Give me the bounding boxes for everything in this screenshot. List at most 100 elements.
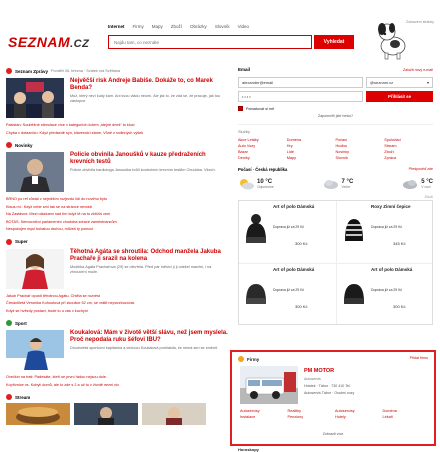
show-more-link[interactable]: Zobrazit více xyxy=(232,432,434,436)
username-field[interactable]: alexander@email xyxy=(238,77,363,88)
story-thumbnail-image[interactable] xyxy=(6,330,64,370)
service-link[interactable]: Deníky xyxy=(238,156,287,160)
service-link[interactable]: Hudba xyxy=(336,144,385,148)
tab-mapy[interactable]: Mapy xyxy=(152,24,163,29)
section-label[interactable]: Stream xyxy=(15,395,30,400)
news-link[interactable]: Když se hvězdy postaví, bude to u vás v … xyxy=(6,308,228,316)
tab-zbozi[interactable]: Zboží xyxy=(171,24,182,29)
story-title[interactable]: Policie obvinila Janoušků v kauze předra… xyxy=(70,152,228,166)
weather-time: Odpoledne xyxy=(257,185,274,189)
service-link[interactable]: Počasí xyxy=(336,138,385,142)
company-name[interactable]: PM MOTOR xyxy=(304,368,334,374)
service-link[interactable]: Zpráva xyxy=(384,156,433,160)
product-ad[interactable]: Roxy Zimní čepice Doprava již za 29 Kč 3… xyxy=(337,201,433,261)
tab-firmy[interactable]: Firmy xyxy=(133,24,144,29)
password-field[interactable]: •••• xyxy=(238,91,363,102)
story-links: Jakub Prachař opustí těhotnou Agátu. Cht… xyxy=(6,293,228,316)
weather-time: V noci xyxy=(421,185,431,189)
domain-value: @seznam.cz xyxy=(370,80,394,85)
tab-obrazky[interactable]: Obrázky xyxy=(190,24,207,29)
remember-label: Pamatovat si mě xyxy=(246,106,275,111)
story-thumbnail-image[interactable] xyxy=(6,248,64,289)
company-photo-image[interactable] xyxy=(240,366,298,404)
service-link[interactable]: Zboží xyxy=(384,150,433,154)
service-link[interactable]: Auto Vozy xyxy=(238,144,287,148)
product-ad[interactable]: Art of polo Dámská Doprava již za 29 Kč … xyxy=(239,201,335,261)
service-link[interactable]: Novinky xyxy=(336,150,385,154)
section-label[interactable]: Sport xyxy=(15,321,27,326)
firmy-label[interactable]: Firmy xyxy=(247,357,259,362)
services-label: Služby xyxy=(238,129,251,134)
search-input[interactable] xyxy=(109,36,311,48)
firmy-category-link[interactable]: Realitky xyxy=(288,409,336,414)
news-link[interactable]: Ovečkin na trati: Padesáte, kteří se prv… xyxy=(6,374,228,382)
service-link[interactable]: Stream xyxy=(384,144,433,148)
forgot-link[interactable]: Zapomněli jste heslo? xyxy=(238,114,433,118)
news-link[interactable]: Kopřivnice vs. Kobylí domů, ale to zde s… xyxy=(6,382,228,390)
product-ad[interactable]: Art of polo Dámská Doprava již za 29 Kč … xyxy=(337,264,433,324)
firmy-category-link[interactable]: Penziony xyxy=(288,415,336,420)
super-icon xyxy=(6,238,12,245)
service-link[interactable]: Bazar xyxy=(238,150,287,154)
product-title: Art of polo Dámská xyxy=(273,204,315,209)
news-story: Těhotná Agáta se shroutila: Odchod manže… xyxy=(6,248,228,289)
stream-thumbnail-image[interactable] xyxy=(74,403,138,425)
service-link[interactable]: Slovník xyxy=(336,156,385,160)
tab-video[interactable]: Video xyxy=(238,24,249,29)
firmy-category-link[interactable]: Doména xyxy=(383,409,431,414)
horoskop-label[interactable]: Horoskopy xyxy=(238,447,259,452)
news-link[interactable]: Na Zastávce: Mezi otázkami nad tím když … xyxy=(6,211,228,219)
section-label[interactable]: Super xyxy=(15,239,28,244)
news-link[interactable]: BOTAS: Nemocniční parlamentní chudoba zd… xyxy=(6,219,228,227)
firmy-category-link[interactable]: Autoservisy xyxy=(240,409,288,414)
story-title[interactable]: Těhotná Agáta se shroutila: Odchod manže… xyxy=(70,249,228,263)
stream-thumbnail-image[interactable] xyxy=(142,403,206,425)
super-header: Super xyxy=(6,238,228,246)
news-link[interactable]: Klaus ml.: Když nebe smí tak se na strán… xyxy=(6,204,228,212)
story-title[interactable]: Nejvěčší risk Andreje Babiše. Dokáže to,… xyxy=(70,78,228,92)
service-link[interactable]: Mapy xyxy=(287,156,336,160)
product-ad[interactable]: Art of polo Dámská Doprava již za 29 Kč … xyxy=(239,264,335,324)
weather-header: Počasí · Česká republika Předpověď zde xyxy=(238,167,433,172)
news-link[interactable]: Čtrnáctiletá Veronika Kohoutová při zkou… xyxy=(6,300,228,308)
settings-link[interactable]: Zobrazení stránky xyxy=(406,20,434,24)
story-thumbnail-image[interactable] xyxy=(6,152,64,192)
email-label: Email xyxy=(238,67,251,72)
news-link[interactable]: Jakub Prachař opustí těhotnou Agátu. Cht… xyxy=(6,293,228,301)
story-thumbnail-image[interactable] xyxy=(6,78,64,118)
service-link[interactable]: Lidé xyxy=(287,150,336,154)
news-link[interactable]: Chyba v dotazníku: Když předsedě syn, kl… xyxy=(6,130,228,138)
firmy-category-link[interactable]: Instalace xyxy=(240,415,288,420)
service-link[interactable]: Spolužáci xyxy=(384,138,433,142)
weather-link[interactable]: Předpověď zde xyxy=(409,167,433,172)
news-link[interactable]: BRNO po ref zůstal v nejnižším rozjezdu … xyxy=(6,196,228,204)
tab-slovnik[interactable]: Slovník xyxy=(215,24,230,29)
news-link[interactable]: Nespokojen mysl bohatou druhou, můžeš ty… xyxy=(6,226,228,234)
tab-internet[interactable]: Internet xyxy=(108,24,125,29)
weather-day[interactable]: 10 °C Odpoledne xyxy=(238,178,274,190)
service-link[interactable]: Akce Letáky xyxy=(238,138,287,142)
service-link[interactable]: Doména xyxy=(287,138,336,142)
seznam-logo[interactable]: SEZNAM.CZ xyxy=(8,34,89,50)
stream-thumbnail-image[interactable] xyxy=(6,403,70,425)
register-link[interactable]: Založit nový e-mail xyxy=(403,68,433,72)
firmy-category-link[interactable]: Autoservisy xyxy=(335,409,383,414)
product-price: 345 Kč xyxy=(393,241,406,246)
firmy-category-link[interactable]: Hotely xyxy=(335,415,383,420)
domain-select[interactable]: @seznam.cz ▾ xyxy=(366,77,433,88)
firmy-category-link[interactable]: Lékaři xyxy=(383,415,431,420)
news-story: Koukalová: Mám v životě větší slávu, než… xyxy=(6,330,228,370)
news-link[interactable]: Pakistán: Souběžné stimulace více v kate… xyxy=(6,122,228,130)
weather-day[interactable]: 7 °C Večer xyxy=(323,178,353,190)
service-link[interactable]: Hry xyxy=(287,144,336,148)
news-header-label[interactable]: Seznam Zprávy xyxy=(15,69,48,74)
hat-image xyxy=(246,284,266,304)
product-price: 300 Kč xyxy=(295,241,308,246)
add-firm-link[interactable]: Přidat firmu xyxy=(410,356,428,360)
remember-checkbox[interactable] xyxy=(238,106,243,111)
story-title[interactable]: Koukalová: Mám v životě větší slávu, než… xyxy=(70,330,228,344)
weather-day[interactable]: 5 °C V noci xyxy=(402,178,433,190)
login-button[interactable]: Přihlásit se xyxy=(366,91,433,102)
section-label[interactable]: Novinky xyxy=(15,143,33,148)
search-button[interactable]: Vyhledat xyxy=(314,35,354,49)
